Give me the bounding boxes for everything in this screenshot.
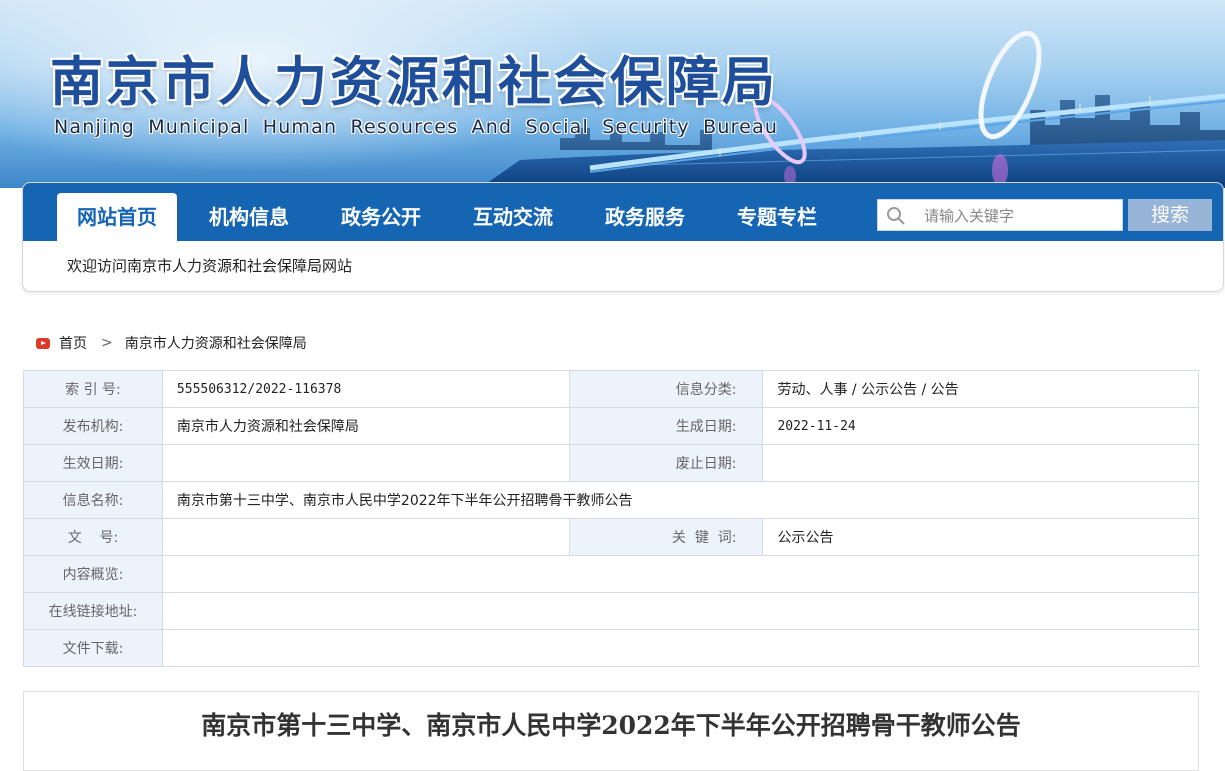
breadcrumb-current-link[interactable]: 南京市人力资源和社会保障局 [125,333,307,353]
table-row: 内容概览: [23,555,1200,593]
navigation-panel: 网站首页 机构信息 政务公开 互动交流 政务服务 专题专栏 搜索 欢迎访问南京市… [22,182,1224,292]
table-row: 在线链接地址: [23,592,1200,630]
info-metadata-table: 索 引 号: 555506312/2022-116378 信息分类: 劳动、人事… [23,370,1200,667]
search-button[interactable]: 搜索 [1128,199,1212,231]
table-row: 发布机构: 南京市人力资源和社会保障局 生成日期: 2022-11-24 [23,407,1199,445]
nav-item-services[interactable]: 政务服务 [585,193,705,241]
nav-item-government-affairs[interactable]: 政务公开 [321,193,441,241]
index-value: 555506312/2022-116378 [161,370,570,408]
expiry-date-value [762,444,1199,482]
index-label: 索 引 号: [23,370,163,408]
home-play-icon [36,337,50,349]
breadcrumb-separator: > [101,335,113,351]
document-number-value [161,518,570,556]
keywords-label: 关 键 词: [568,518,764,556]
summary-label: 内容概览: [23,555,163,593]
nav-item-interaction[interactable]: 互动交流 [453,193,573,241]
created-date-value: 2022-11-24 [762,407,1199,445]
article-panel: 南京市第十三中学、南京市人民中学2022年下半年公开招聘骨干教师公告 [23,691,1199,771]
file-download-label: 文件下载: [23,629,163,667]
info-name-label: 信息名称: [23,481,163,519]
site-title-chinese: 南京市人力资源和社会保障局 [50,51,778,113]
effective-date-label: 生效日期: [23,444,163,482]
site-banner: 南京市人力资源和社会保障局 Nanjing Municipal Human Re… [0,0,1225,188]
keywords-value: 公示公告 [762,518,1199,556]
welcome-message: 欢迎访问南京市人力资源和社会保障局网站 [67,257,353,275]
publisher-label: 发布机构: [23,407,163,445]
publisher-value: 南京市人力资源和社会保障局 [161,407,570,445]
table-row: 生效日期: 废止日期: [23,444,1199,482]
table-row: 文件下载: [23,629,1200,667]
search-input[interactable] [924,204,1114,228]
info-name-value: 南京市第十三中学、南京市人民中学2022年下半年公开招聘骨干教师公告 [161,481,1200,519]
nav-item-organization[interactable]: 机构信息 [189,193,309,241]
table-row: 索 引 号: 555506312/2022-116378 信息分类: 劳动、人事… [23,370,1199,408]
nav-item-special-topics[interactable]: 专题专栏 [717,193,837,241]
category-label: 信息分类: [568,370,764,408]
document-number-label: 文 号: [23,518,163,556]
article-title: 南京市第十三中学、南京市人民中学2022年下半年公开招聘骨干教师公告 [201,711,1021,740]
search-icon [887,207,905,225]
breadcrumb: 首页 > 南京市人力资源和社会保障局 [36,333,307,353]
file-download-value [161,629,1200,667]
table-row: 信息名称: 南京市第十三中学、南京市人民中学2022年下半年公开招聘骨干教师公告 [23,481,1200,519]
site-title-english: Nanjing Municipal Human Resources And So… [54,116,779,138]
main-nav-bar: 网站首页 机构信息 政务公开 互动交流 政务服务 专题专栏 搜索 [23,183,1223,241]
effective-date-value [161,444,570,482]
created-date-label: 生成日期: [568,407,764,445]
category-value: 劳动、人事 / 公示公告 / 公告 [762,370,1199,408]
table-row: 文 号: 关 键 词: 公示公告 [23,518,1199,556]
summary-value [161,555,1200,593]
nav-item-home[interactable]: 网站首页 [57,193,177,241]
search-box [877,199,1123,231]
online-link-value [161,592,1200,630]
expiry-date-label: 废止日期: [568,444,764,482]
online-link-label: 在线链接地址: [23,592,163,630]
breadcrumb-home-link[interactable]: 首页 [59,333,87,353]
